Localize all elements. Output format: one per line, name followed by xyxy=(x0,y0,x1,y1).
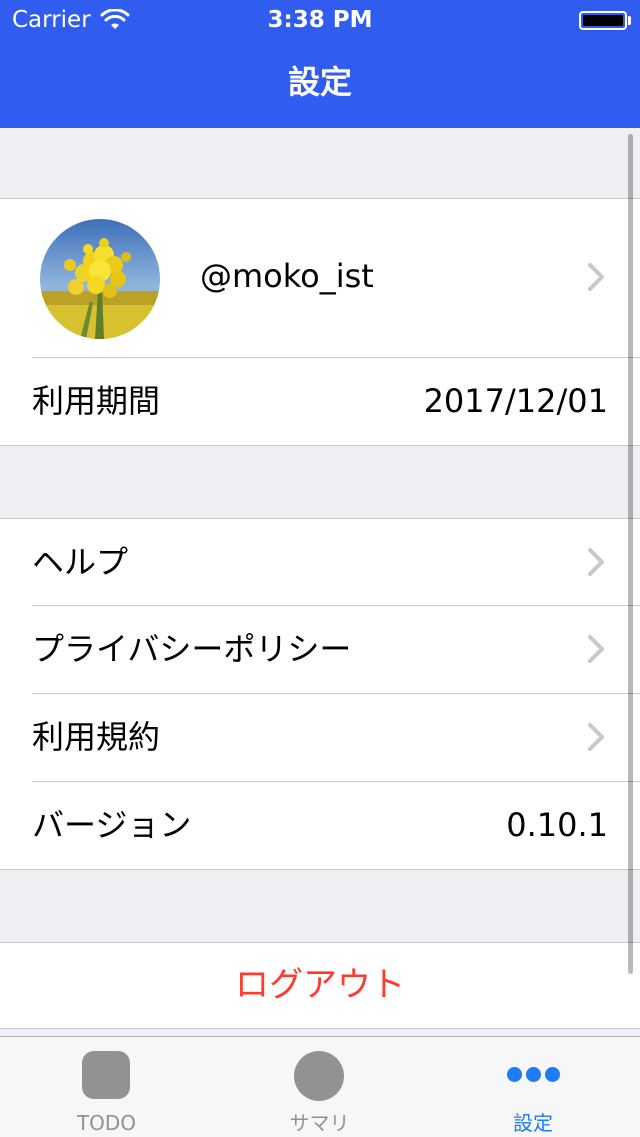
logout-section: ログアウト xyxy=(0,942,640,1029)
profile-row[interactable]: @moko_ist xyxy=(0,199,640,358)
version-value: 0.10.1 xyxy=(506,806,608,844)
chevron-right-icon xyxy=(588,263,604,291)
avatar-photo xyxy=(40,219,160,339)
scrollbar[interactable] xyxy=(628,134,633,974)
profile-section: @moko_ist 利用期間 2017/12/01 xyxy=(0,198,640,446)
status-bar: Carrier 3:38 PM xyxy=(0,0,640,40)
avatar xyxy=(40,219,160,339)
chevron-right-icon xyxy=(588,548,604,576)
chevron-right-icon xyxy=(588,723,604,751)
username: @moko_ist xyxy=(200,257,374,295)
menu-item-terms[interactable]: 利用規約 xyxy=(0,694,640,782)
battery-tip xyxy=(628,16,631,25)
usage-period-row: 利用期間 2017/12/01 xyxy=(0,358,640,445)
square-icon xyxy=(82,1051,130,1099)
tab-bar: TODO サマリ 設定 xyxy=(0,1036,640,1137)
privacy-policy-label: プライバシーポリシー xyxy=(32,630,352,668)
navigation-bar: Carrier 3:38 PM 設定 xyxy=(0,0,640,128)
clock: 3:38 PM xyxy=(267,7,373,33)
menu-item-privacy-policy[interactable]: プライバシーポリシー xyxy=(0,606,640,694)
menu-section: ヘルプ プライバシーポリシー 利用規約 バージョン 0.10.1 xyxy=(0,518,640,870)
logout-button[interactable]: ログアウト xyxy=(0,943,640,1027)
page-title: 設定 xyxy=(287,63,352,101)
menu-item-help[interactable]: ヘルプ xyxy=(0,519,640,606)
chevron-right-icon xyxy=(588,635,604,663)
circle-icon xyxy=(294,1051,344,1101)
usage-period-label: 利用期間 xyxy=(32,382,161,420)
usage-period-value: 2017/12/01 xyxy=(423,382,608,420)
tab-settings-label: 設定 xyxy=(513,1111,553,1135)
tab-todo[interactable]: TODO xyxy=(0,1037,213,1137)
tab-summary-label: サマリ xyxy=(289,1111,350,1135)
battery-icon xyxy=(579,11,627,30)
terms-label: 利用規約 xyxy=(32,718,161,756)
tab-todo-label: TODO xyxy=(76,1111,137,1135)
version-row: バージョン 0.10.1 xyxy=(0,782,640,869)
help-label: ヘルプ xyxy=(32,543,129,581)
more-dots-icon xyxy=(426,1067,640,1082)
version-label: バージョン xyxy=(32,806,192,844)
tab-summary[interactable]: サマリ xyxy=(213,1037,426,1137)
tab-settings[interactable]: 設定 xyxy=(426,1037,640,1137)
